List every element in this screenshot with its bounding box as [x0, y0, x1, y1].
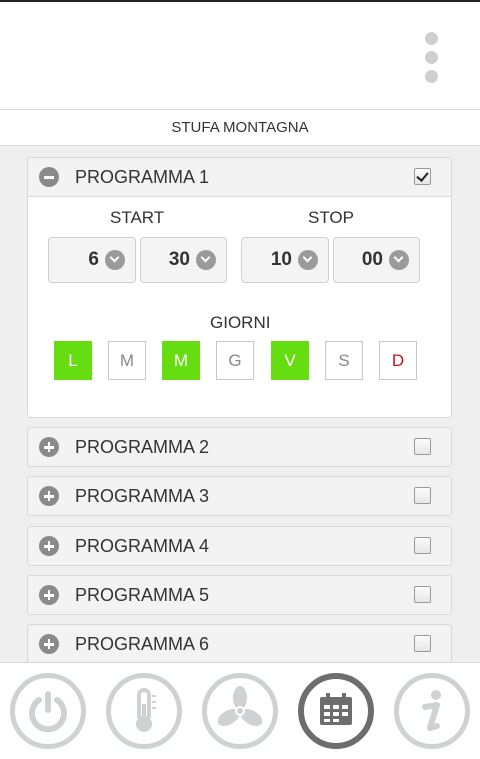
- day-toggle-tuesday[interactable]: M: [108, 341, 146, 380]
- stop-hour-select[interactable]: 10: [241, 237, 329, 283]
- program-title: PROGRAMMA 4: [75, 536, 210, 556]
- start-hour-value: 6: [88, 249, 99, 270]
- overflow-menu-icon[interactable]: [424, 32, 440, 83]
- info-icon[interactable]: [394, 673, 470, 749]
- program-list: PROGRAMMA 1 START STOP 6 30 10 00 GIORNI…: [0, 146, 480, 662]
- day-toggle-sunday[interactable]: D: [379, 341, 417, 380]
- program-enable-checkbox[interactable]: [414, 635, 431, 652]
- program-card-3[interactable]: PROGRAMMA 3: [27, 476, 452, 516]
- stop-hour-value: 10: [270, 249, 292, 270]
- day-toggle-monday[interactable]: L: [54, 341, 92, 380]
- bottom-navigation: [0, 662, 480, 759]
- chevron-down-icon: [105, 250, 125, 270]
- program-enable-checkbox[interactable]: [414, 168, 431, 185]
- start-minute-value: 30: [168, 249, 190, 270]
- stop-label: STOP: [308, 208, 354, 227]
- expand-icon[interactable]: [39, 634, 59, 654]
- thermometer-icon[interactable]: [106, 673, 182, 749]
- program-card-5[interactable]: PROGRAMMA 5: [27, 575, 452, 615]
- collapse-icon[interactable]: [39, 167, 59, 187]
- chevron-down-icon: [298, 250, 318, 270]
- program-details: START STOP 6 30 10 00 GIORNI L M M G V S…: [28, 196, 451, 417]
- program-card-6[interactable]: PROGRAMMA 6: [27, 624, 452, 662]
- device-name: STUFA MONTAGNA: [0, 111, 480, 146]
- chevron-down-icon: [196, 250, 216, 270]
- expand-icon[interactable]: [39, 437, 59, 457]
- power-icon[interactable]: [10, 673, 86, 749]
- program-enable-checkbox[interactable]: [414, 487, 431, 504]
- day-toggle-thursday[interactable]: G: [216, 341, 254, 380]
- program-header-1[interactable]: PROGRAMMA 1: [28, 158, 451, 196]
- program-title: PROGRAMMA 3: [75, 486, 210, 506]
- calendar-icon[interactable]: [298, 673, 374, 749]
- fan-icon[interactable]: [202, 673, 278, 749]
- chevron-down-icon: [389, 250, 409, 270]
- app-header: [0, 0, 480, 110]
- program-title: PROGRAMMA 6: [75, 634, 210, 654]
- expand-icon[interactable]: [39, 536, 59, 556]
- start-minute-select[interactable]: 30: [140, 237, 227, 283]
- stop-minute-select[interactable]: 00: [333, 237, 420, 283]
- day-toggle-wednesday[interactable]: M: [162, 341, 200, 380]
- program-card-1: PROGRAMMA 1 START STOP 6 30 10 00 GIORNI…: [27, 157, 452, 418]
- program-enable-checkbox[interactable]: [414, 586, 431, 603]
- program-title: PROGRAMMA 2: [75, 437, 210, 457]
- expand-icon[interactable]: [39, 585, 59, 605]
- start-label: START: [110, 208, 165, 227]
- program-title: PROGRAMMA 5: [75, 585, 210, 605]
- program-card-4[interactable]: PROGRAMMA 4: [27, 526, 452, 566]
- stop-minute-value: 00: [361, 249, 383, 270]
- days-label: GIORNI: [210, 313, 271, 332]
- program-title: PROGRAMMA 1: [75, 167, 210, 187]
- day-toggle-saturday[interactable]: S: [325, 341, 363, 380]
- program-enable-checkbox[interactable]: [414, 537, 431, 554]
- expand-icon[interactable]: [39, 486, 59, 506]
- start-hour-select[interactable]: 6: [48, 237, 136, 283]
- program-card-2[interactable]: PROGRAMMA 2: [27, 427, 452, 467]
- day-toggle-friday[interactable]: V: [271, 341, 309, 380]
- program-enable-checkbox[interactable]: [414, 438, 431, 455]
